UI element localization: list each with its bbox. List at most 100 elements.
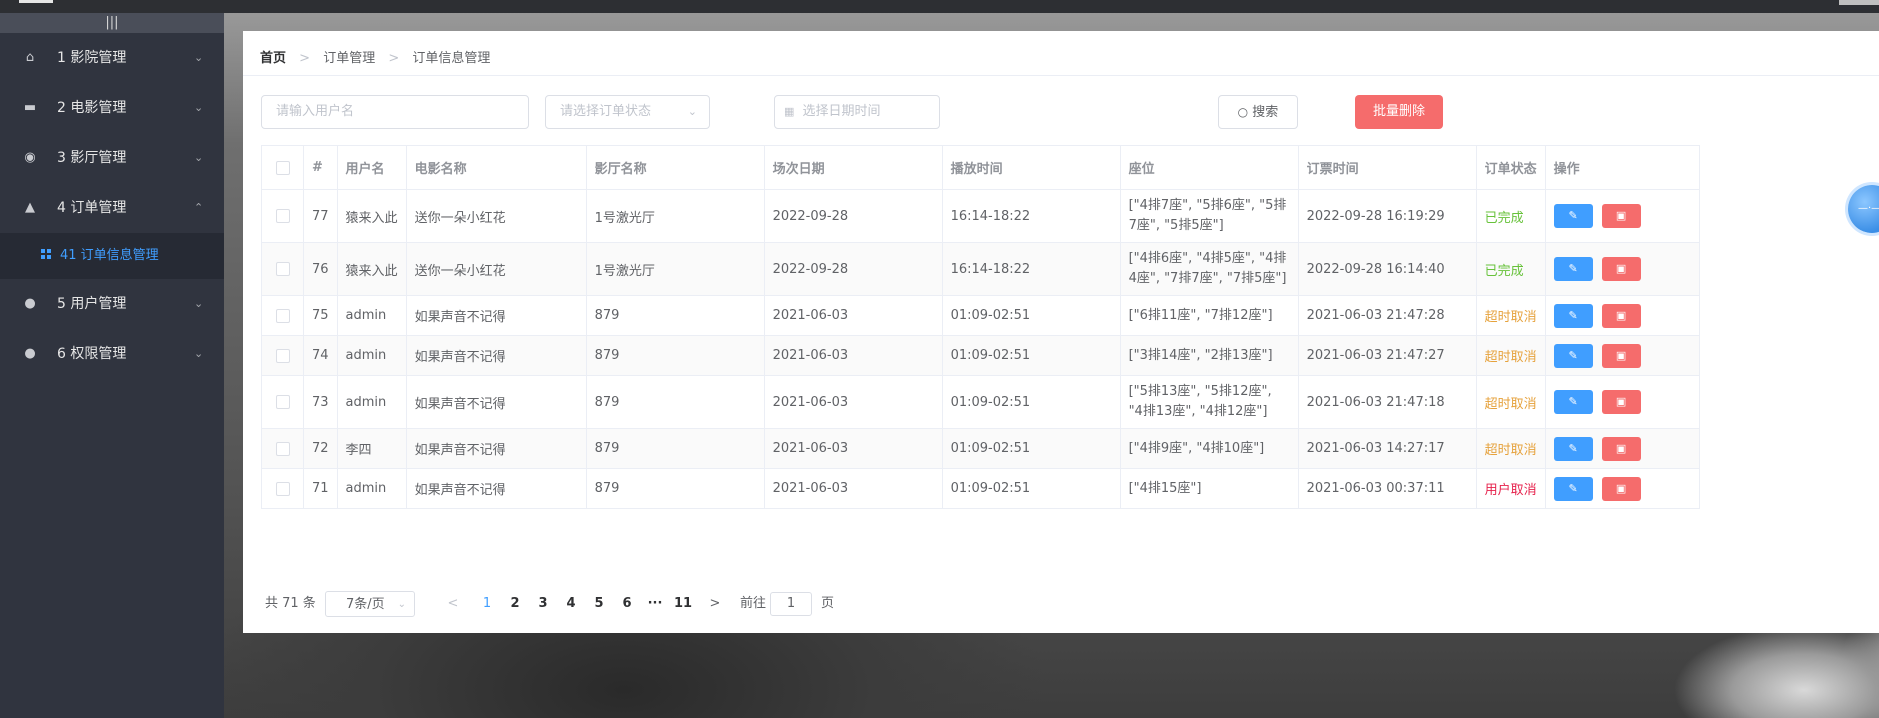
batch-delete-button[interactable]: 批量删除 [1355,95,1443,129]
edit-button[interactable]: ✎ [1553,343,1593,368]
edit-button[interactable]: ✎ [1553,303,1593,328]
breadcrumb-separator: > [388,51,400,66]
row-select-cell [261,295,304,336]
pencil-icon: ✎ [1568,395,1578,408]
row-checkbox[interactable] [275,395,290,409]
page-number[interactable]: 4 [557,591,585,617]
date-picker[interactable]: ▦ 选择日期时间 [774,95,940,129]
row-checkbox[interactable] [275,348,290,363]
sidebar-item-permission[interactable]: ● 6 权限管理 ⌄ [0,329,224,379]
header-hall: 影厅名称 [586,145,765,190]
edit-button[interactable]: ✎ [1553,436,1593,461]
cell-username: 猿来入此 [337,189,407,243]
header-id: # [303,145,338,190]
edit-button[interactable]: ✎ [1553,257,1593,281]
cell-movie: 如果声音不记得 [406,468,587,509]
table-row: 74 admin 如果声音不记得 879 2021-06-03 01:09-02:51 ["… [261,335,1700,376]
order-status-select[interactable]: 请选择订单状态 ⌄ [545,95,710,129]
search-icon: ○ [1237,105,1249,119]
cell-order-time: 2021-06-03 21:47:27 [1298,335,1477,376]
header-time: 播放时间 [942,145,1121,190]
prev-page-button[interactable]: < [441,591,465,617]
trash-icon: ▣ [1615,262,1627,275]
page-number[interactable]: 5 [585,591,613,617]
pencil-icon: ✎ [1568,481,1578,495]
pencil-icon: ✎ [1568,209,1578,222]
sidebar: ||| ⌂ 1 影院管理 ⌄ ▬ 2 电影管理 ⌄ ◉ 3 影厅管理 ⌄ ▲ 4 订单管理 ⌃ 41 订… [0,13,224,718]
total-count: 共 71 条 [265,596,316,611]
page-ellipsis[interactable]: ··· [641,591,669,617]
sidebar-item-order[interactable]: ▲ 4 订单管理 ⌃ [0,183,224,233]
row-select-cell [261,428,304,469]
sidebar-item-cinema[interactable]: ⌂ 1 影院管理 ⌄ [0,33,224,83]
delete-button[interactable]: ▣ [1601,257,1641,281]
row-checkbox[interactable] [275,308,290,323]
cell-movie: 如果声音不记得 [406,295,587,336]
cell-date: 2021-06-03 [764,375,943,429]
cell-hall: 879 [586,295,765,336]
page-number[interactable]: 2 [501,591,529,617]
user-icon: ● [24,346,36,361]
cell-username: 猿来入此 [337,242,407,296]
sidebar-item-movie[interactable]: ▬ 2 电影管理 ⌄ [0,83,224,133]
delete-button[interactable]: ▣ [1601,343,1641,368]
cell-id: 72 [303,428,338,469]
collapse-toggle[interactable]: ||| [0,13,224,33]
row-select-cell [261,468,304,509]
chevron-icon: ⌃ [194,201,204,214]
page-number[interactable]: 11 [669,591,697,617]
main-panel: 首页 > 订单管理 > 订单信息管理 请输入用户名 请选择订单状态 ⌄ ▦ 选择… [243,31,1879,633]
edit-button[interactable]: ✎ [1553,390,1593,414]
header-date: 场次日期 [764,145,943,190]
page-number[interactable]: 1 [473,591,501,617]
row-checkbox[interactable] [275,481,290,496]
home-icon: ⌂ [25,50,35,65]
delete-button[interactable]: ▣ [1601,204,1641,228]
page-size-value: 7条/页 [346,597,385,612]
chevron-icon: ⌄ [194,347,204,360]
top-bar-avatar[interactable] [1839,0,1879,5]
select-all-checkbox[interactable] [275,160,290,175]
page-size-select[interactable]: 7条/页 ⌄ [325,591,415,617]
row-checkbox[interactable] [275,262,290,276]
sidebar-item-label: 4 订单管理 [57,200,127,216]
cell-actions: ✎ ▣ [1545,335,1700,376]
sidebar-item-label: 6 权限管理 [57,346,127,362]
page-number[interactable]: 3 [529,591,557,617]
sidebar-item-label: 5 用户管理 [57,296,127,312]
delete-button[interactable]: ▣ [1601,436,1641,461]
trash-icon: ▣ [1615,209,1627,222]
cell-seats: ["4排6座", "4排5座", "4排4座", "7排7座", "7排5座"] [1120,242,1299,296]
edit-button[interactable]: ✎ [1553,204,1593,228]
cell-time: 16:14-18:22 [942,189,1121,243]
cell-order-time: 2021-06-03 21:47:18 [1298,375,1477,429]
sidebar-item-user[interactable]: ● 5 用户管理 ⌄ [0,279,224,329]
row-checkbox[interactable] [275,441,290,456]
logo [19,0,53,3]
page-jump-input[interactable]: 1 [770,592,812,616]
cell-seats: ["4排7座", "5排6座", "5排7座", "5排5座"] [1120,189,1299,243]
delete-button[interactable]: ▣ [1601,303,1641,328]
sidebar-item-hall[interactable]: ◉ 3 影厅管理 ⌄ [0,133,224,183]
sidebar-subitem-order-info[interactable]: 41 订单信息管理 [0,233,224,279]
page-number[interactable]: 6 [613,591,641,617]
breadcrumb-home[interactable]: 首页 [260,51,286,66]
chevron-icon: ⌄ [194,151,204,164]
delete-button[interactable]: ▣ [1601,476,1641,501]
sidebar-menu: ⌂ 1 影院管理 ⌄ ▬ 2 电影管理 ⌄ ◉ 3 影厅管理 ⌄ ▲ 4 订单管理 ⌃ 41 订单信息管… [0,33,224,379]
breadcrumb-order-info: 订单信息管理 [412,51,491,66]
sidebar-item-label: 1 影院管理 [57,50,127,66]
edit-button[interactable]: ✎ [1553,476,1593,501]
cell-time: 01:09-02:51 [942,295,1121,336]
sidebar-subitem-label: 41 订单信息管理 [60,248,159,263]
search-button[interactable]: ○ 搜索 [1218,95,1298,129]
header-order-time: 订票时间 [1298,145,1477,190]
delete-button[interactable]: ▣ [1601,390,1641,414]
cell-date: 2021-06-03 [764,428,943,469]
next-page-button[interactable]: > [703,591,727,617]
header-status: 订单状态 [1476,145,1546,190]
row-checkbox[interactable] [275,209,290,223]
username-input[interactable]: 请输入用户名 [261,95,529,129]
cell-date: 2021-06-03 [764,468,943,509]
cell-actions: ✎ ▣ [1545,295,1700,336]
